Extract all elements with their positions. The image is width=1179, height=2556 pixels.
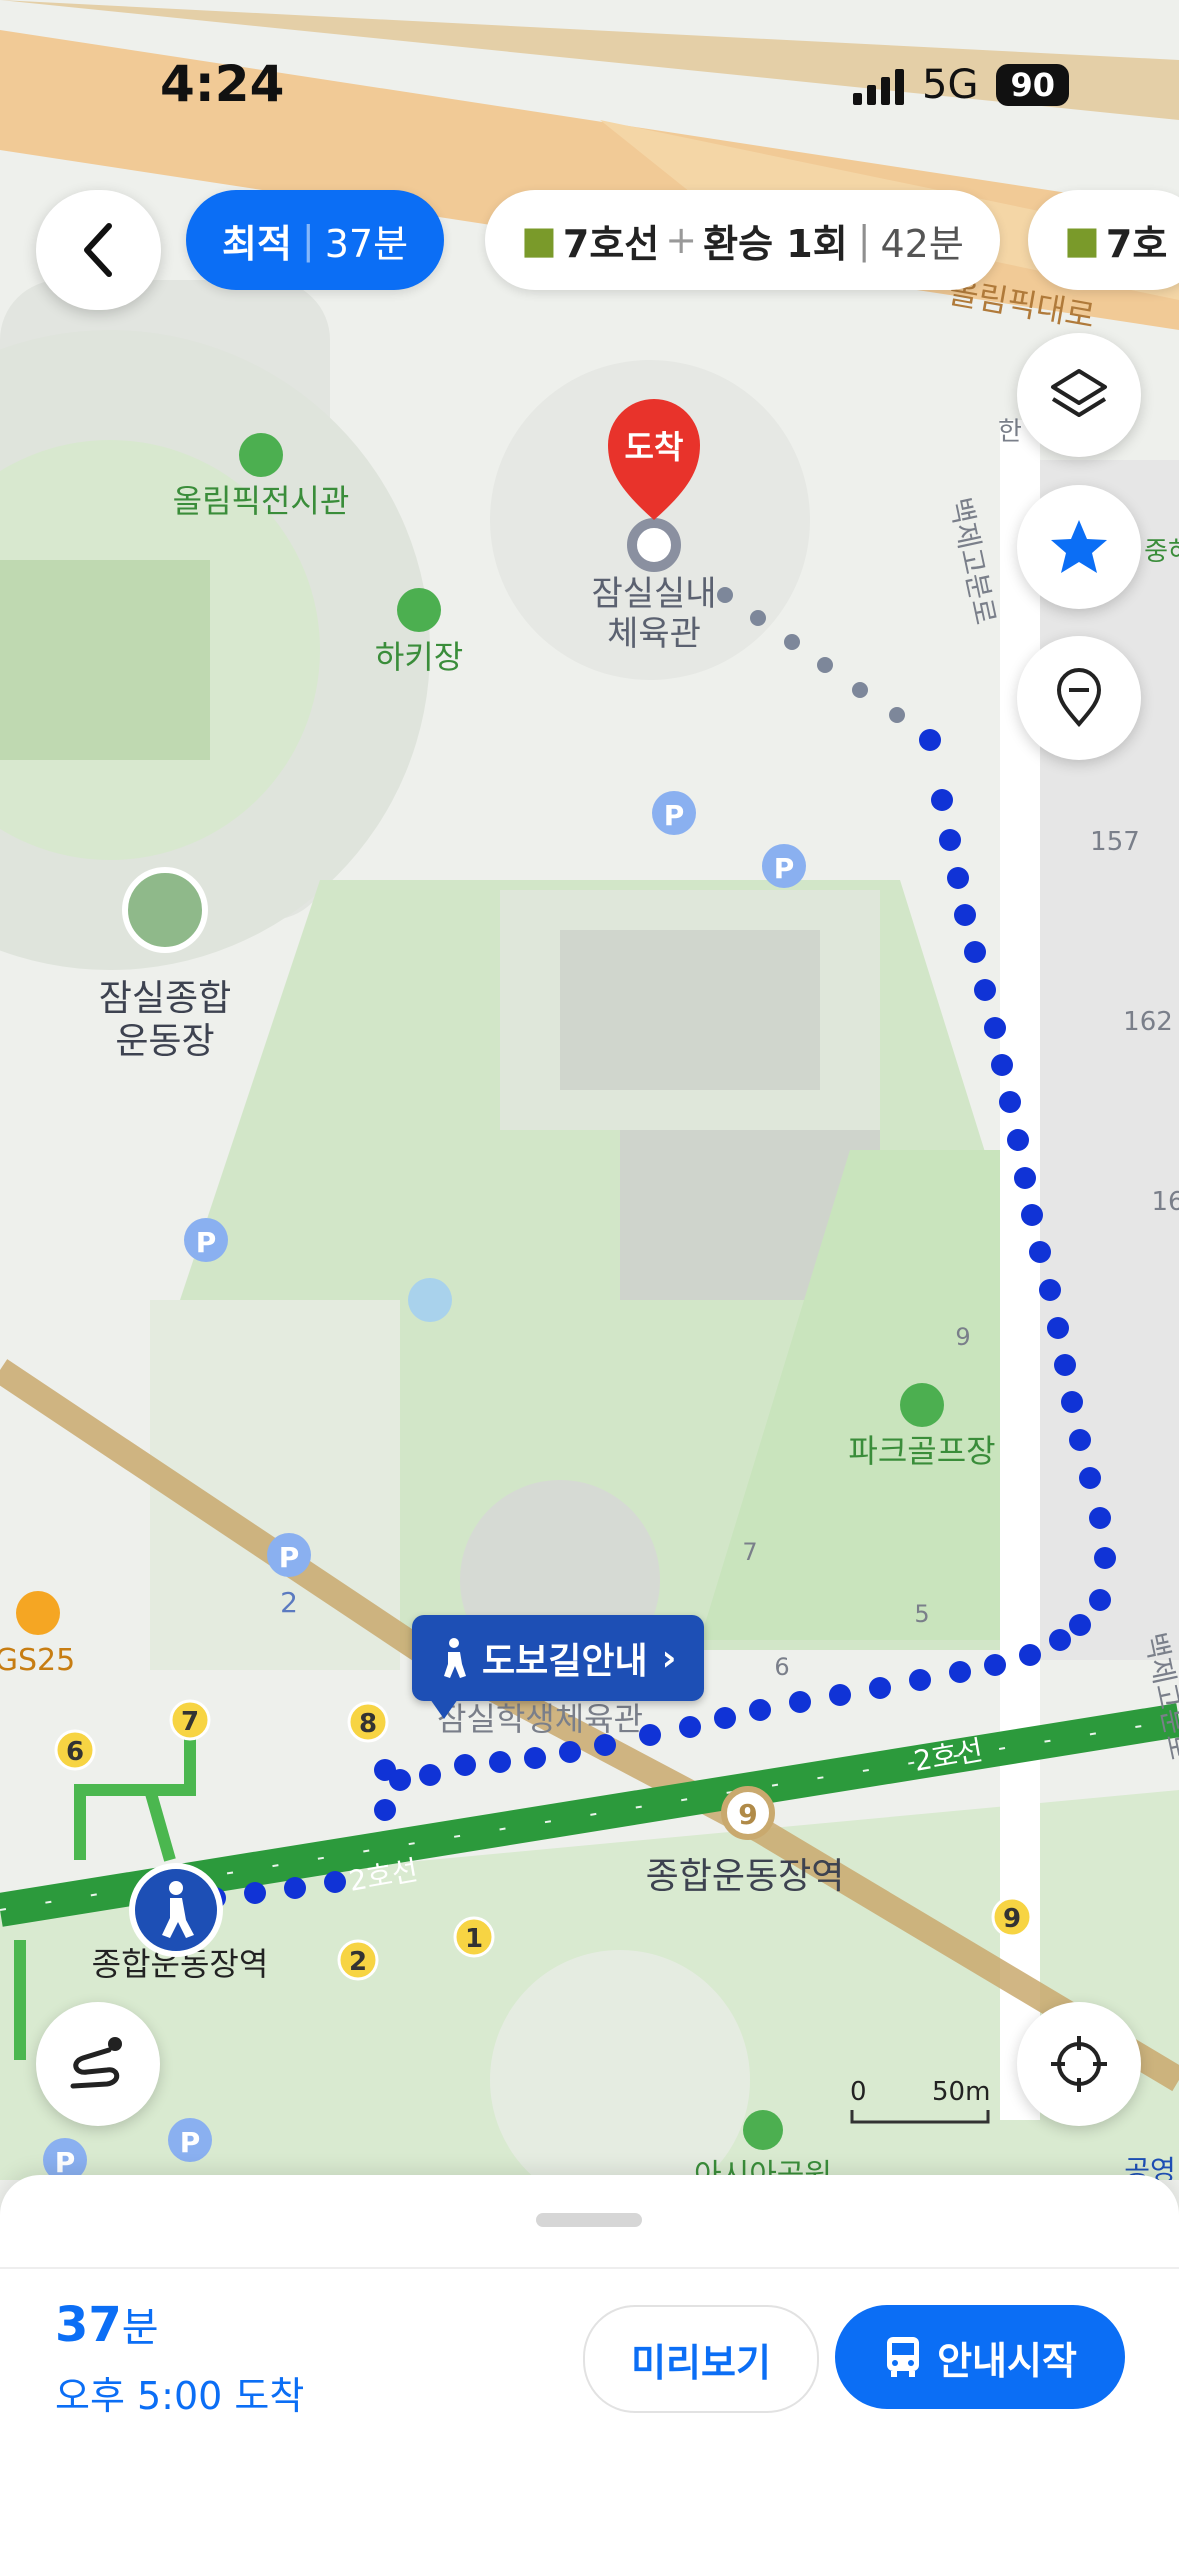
sheet-drag-handle[interactable] [536,2213,642,2227]
parking-icon: P [762,844,806,888]
exit-9: 9 [991,1896,1033,1938]
exit-2: 2 [337,1939,379,1981]
trip-duration-unit: 분 [121,2305,159,2351]
bldg-157: 157 [1090,827,1140,857]
route-alt2-line: 7호 [1105,221,1168,266]
bldg-162: 162 [1123,1007,1173,1037]
exit-1: 1 [453,1916,495,1958]
route-settings-button[interactable] [36,2002,160,2126]
status-time: 4:24 [160,55,285,113]
scale-zero: 0 [850,2077,867,2107]
route-best-label: 최적 [222,221,292,266]
destination-name-2: 체육관 [607,614,701,654]
route-alt1-duration: 42분 [880,221,964,266]
svg-text:7: 7 [181,1707,199,1737]
svg-text:P: P [196,1226,217,1259]
network-type: 5G [922,62,979,108]
line9-station-icon: 9 [721,1786,775,1840]
parking-icon: P [43,2138,87,2180]
poi-stadium-1: 잠실종합 [99,978,231,1019]
preview-button[interactable]: 미리보기 [583,2305,819,2413]
parking-2-label: 2 [280,1586,298,1619]
route-option-best[interactable]: 최적 | 37분 [186,190,445,290]
star-icon [1051,520,1107,573]
scale-distance: 50m [932,2077,990,2107]
map-canvas[interactable]: 도착 잠실실내 체육관 올림픽전시관 하키장 잠실종합 운동장 파크골프장 잠실… [0,0,1179,2180]
status-bar: 4:24 5G 90 [0,0,1179,170]
svg-text:6: 6 [66,1737,84,1767]
route-icon [70,2037,122,2089]
svg-text:8: 8 [359,1709,377,1739]
chevron-right-icon: › [661,1637,677,1679]
bldg-16: 16 [1151,1187,1179,1217]
svg-text:P: P [279,1541,300,1574]
trip-duration: 37분 [55,2295,159,2353]
route-option-alt2[interactable]: ■ 7호 [1028,190,1179,290]
current-position-marker [129,1863,223,1957]
poi-olympic-hall: 올림픽전시관 [173,482,350,520]
route-alt1-plus: + [665,218,698,262]
destination-name-1: 잠실실내 [591,574,716,614]
svg-text:P: P [180,2126,201,2159]
trip-duration-number: 37 [55,2297,122,2353]
favorite-button[interactable] [1017,485,1141,609]
poi-gs25: GS25 [0,1643,75,1678]
svg-text:9: 9 [738,1798,757,1831]
parking-icon: P [168,2118,212,2162]
route-alt1-transfer: 환승 1회 [703,221,848,266]
poi-student-gym: 잠실학생체육관 [437,1700,643,1738]
poi-park-golf: 파크골프장 [848,1432,995,1470]
svg-text:2: 2 [349,1947,367,1977]
route-best-duration: 37분 [324,221,409,266]
right-cut-label2: 한 [998,417,1022,447]
battery-icon: 90 [996,64,1069,106]
subway-icon: ■ [521,218,557,262]
poi-stadium-2: 운동장 [115,1021,214,1062]
bus-icon [887,2337,920,2377]
station-label-main: 종합운동장역 [646,1856,845,1897]
location-pin-icon [1056,668,1102,728]
route-alt1-line: 7호선 [562,221,660,266]
exit-7: 7 [169,1699,211,1741]
destination-pin-label: 도착 [625,428,684,466]
exit-8: 8 [347,1701,389,1743]
location-pin-button[interactable] [1017,636,1141,760]
current-location-button[interactable] [1017,2002,1141,2126]
layers-button[interactable] [1017,333,1141,457]
svg-text:9: 9 [1003,1904,1021,1934]
pedestrian-icon [444,1638,466,1678]
start-guidance-button[interactable]: 안내시작 [835,2305,1125,2409]
walk-guide-button[interactable]: 도보길안내 › [412,1615,705,1719]
route-options-bar: 최적 | 37분 ■ 7호선 + 환승 1회 | 42분 ■ 7호 [0,190,1179,310]
svg-text:P: P [664,799,685,832]
arrival-time: 오후 5:00 도착 [55,2374,305,2418]
exit-6: 6 [54,1729,96,1771]
route-option-alt1[interactable]: ■ 7호선 + 환승 1회 | 42분 [485,190,1000,290]
chevron-left-icon [83,223,112,277]
parking-icon: P [652,791,696,835]
walk-guide-label: 도보길안내 [482,1641,648,1682]
svg-text:1: 1 [465,1924,483,1954]
signal-icon [853,65,905,105]
sheet-divider [0,2267,1179,2269]
start-guidance-label: 안내시작 [937,2338,1077,2383]
bldg-num-6: 6 [774,1653,789,1681]
subway-icon: ■ [1064,218,1100,262]
back-button[interactable] [36,190,161,310]
bldg-num-9: 9 [955,1323,970,1351]
right-cut-label: 중혀 [1144,537,1179,567]
crosshair-icon [1051,2036,1107,2092]
bldg-num-5: 5 [914,1600,929,1628]
parking-icon: P [184,1218,228,1262]
poi-hockey: 하키장 [375,638,463,676]
parking-icon: P [267,1533,311,1577]
bottom-sheet: 37분 오후 5:00 도착 미리보기 안내시작 [0,2175,1179,2556]
svg-text:P: P [774,852,795,885]
layers-icon [1051,369,1107,417]
bldg-num-7: 7 [742,1538,757,1566]
